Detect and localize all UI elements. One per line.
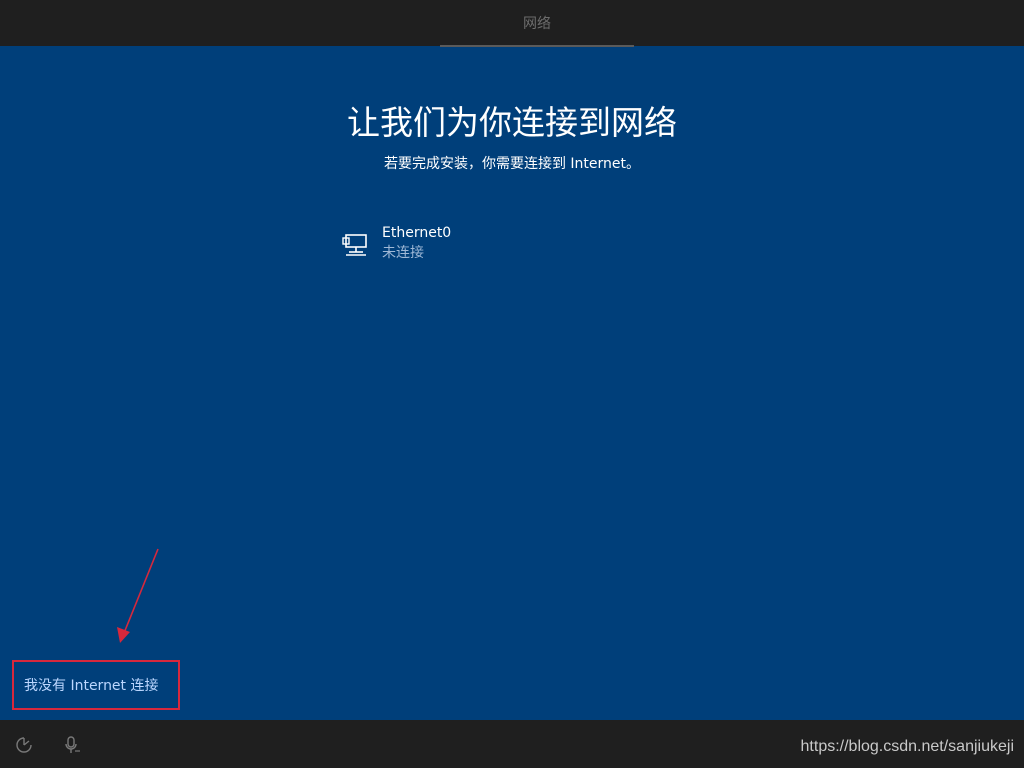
microphone-icon[interactable] [62, 735, 82, 755]
network-status: 未连接 [382, 245, 424, 261]
network-item-ethernet0[interactable]: Ethernet0 未连接 [340, 221, 600, 267]
top-bar: 网络 [0, 0, 1024, 47]
network-name: Ethernet0 [382, 225, 452, 241]
page-title: 让我们为你连接到网络 [347, 103, 677, 142]
section-title: 网络 [523, 16, 551, 32]
ethernet-icon [342, 234, 367, 256]
watermark: https://blog.csdn.net/sanjiukeji [800, 738, 1014, 755]
no-internet-link[interactable]: 我没有 Internet 连接 [24, 676, 159, 696]
page-subtitle: 若要完成安装，你需要连接到 Internet。 [383, 156, 641, 172]
main-panel: 让我们为你连接到网络 若要完成安装，你需要连接到 Internet。 Ether… [0, 47, 1024, 720]
bottom-bar: https://blog.csdn.net/sanjiukeji [0, 720, 1024, 768]
ease-of-access-icon[interactable] [14, 735, 34, 755]
annotation-arrow [117, 548, 159, 643]
